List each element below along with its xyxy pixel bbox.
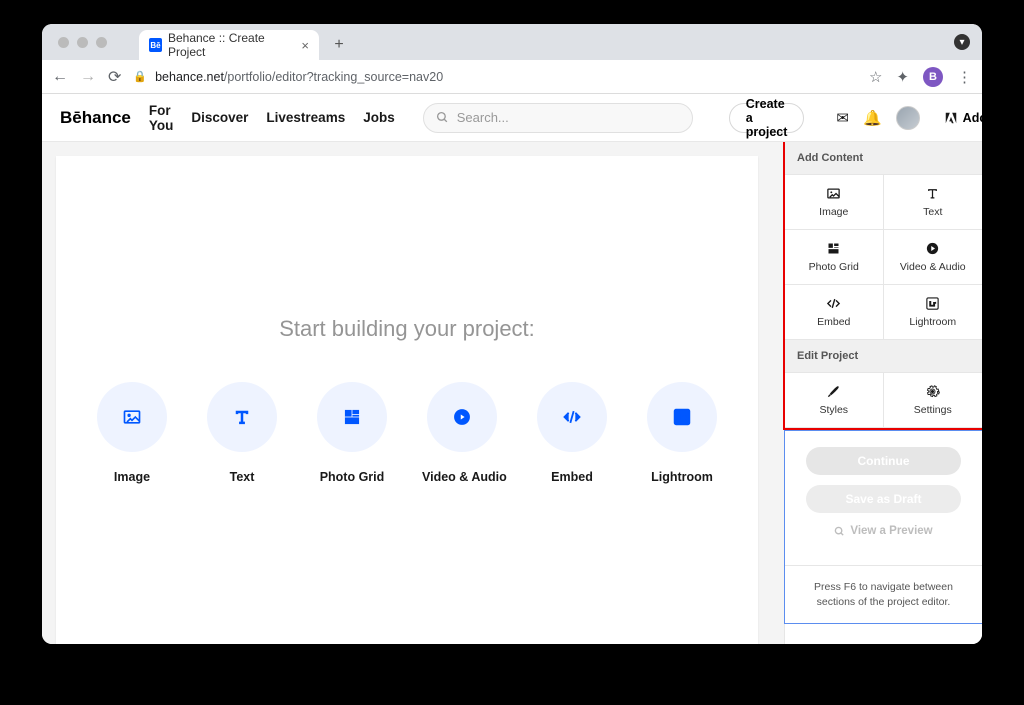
cell-label: Settings	[914, 404, 952, 416]
workspace: Start building your project: Image Text Ph…	[42, 142, 982, 644]
project-canvas: Start building your project: Image Text Ph…	[56, 156, 758, 644]
behance-logo[interactable]: Bēhance	[60, 108, 131, 128]
browser-menu-icon[interactable]: ⋮	[957, 68, 972, 86]
tile-label: Image	[92, 470, 172, 484]
image-icon	[826, 186, 841, 201]
rail-add-play[interactable]: Video & Audio	[884, 230, 983, 285]
section-edit-project: Edit Project	[785, 340, 982, 373]
bell-icon[interactable]: 🔔	[863, 109, 882, 127]
canvas-tile-text[interactable]: Text	[202, 382, 282, 484]
tile-label: Photo Grid	[312, 470, 392, 484]
grid-icon	[317, 382, 387, 452]
rail-add-grid[interactable]: Photo Grid	[785, 230, 884, 285]
favicon-icon: Bē	[149, 38, 162, 52]
browser-tab[interactable]: Bē Behance :: Create Project ×	[139, 30, 319, 60]
tile-label: Text	[202, 470, 282, 484]
new-tab-button[interactable]: +	[325, 31, 353, 59]
search-icon	[834, 526, 845, 537]
bookmark-icon[interactable]: ☆	[869, 68, 882, 86]
lr-icon: Lr	[647, 382, 717, 452]
code-icon	[537, 382, 607, 452]
canvas-tile-code[interactable]: Embed	[532, 382, 612, 484]
rail-add-text[interactable]: Text	[884, 175, 983, 230]
gear-icon	[925, 384, 940, 399]
canvas-tile-lr[interactable]: Lr Lightroom	[642, 382, 722, 484]
url-display[interactable]: 🔒 behance.net/portfolio/editor?tracking_…	[133, 70, 857, 84]
search-placeholder: Search...	[457, 110, 509, 125]
action-panel: Continue Save as Draft View a Preview Pr…	[784, 430, 982, 624]
canvas-tile-image[interactable]: Image	[92, 382, 172, 484]
browser-window: Bē Behance :: Create Project × + ▾ ← → ⟳…	[42, 24, 982, 644]
view-preview-link[interactable]: View a Preview	[834, 525, 932, 537]
cell-label: Image	[819, 206, 848, 218]
rail-edit-brush[interactable]: Styles	[785, 373, 884, 428]
create-project-button[interactable]: Create a project	[729, 103, 805, 133]
rail-add-lr[interactable]: Lr Lightroom	[884, 285, 983, 340]
grid-icon	[826, 241, 841, 256]
play-icon	[427, 382, 497, 452]
address-bar: ← → ⟳ 🔒 behance.net/portfolio/editor?tra…	[42, 60, 982, 94]
keyboard-hint: Press F6 to navigate between sections of…	[785, 565, 982, 623]
text-icon	[207, 382, 277, 452]
rail-add-image[interactable]: Image	[785, 175, 884, 230]
back-button[interactable]: ←	[52, 68, 68, 86]
nav-discover[interactable]: Discover	[191, 110, 248, 125]
search-input[interactable]: Search...	[423, 103, 693, 133]
url-path: /portfolio/editor?tracking_source=nav20	[224, 70, 443, 84]
section-add-content: Add Content	[785, 142, 982, 175]
search-icon	[436, 111, 449, 124]
tab-title: Behance :: Create Project	[168, 31, 295, 59]
cell-label: Styles	[819, 404, 848, 416]
max-dot[interactable]	[96, 37, 107, 48]
nav-jobs[interactable]: Jobs	[363, 110, 395, 125]
save-draft-button[interactable]: Save as Draft	[806, 485, 961, 513]
text-icon	[925, 186, 940, 201]
image-icon	[97, 382, 167, 452]
continue-button[interactable]: Continue	[806, 447, 961, 475]
canvas-tile-grid[interactable]: Photo Grid	[312, 382, 392, 484]
code-icon	[826, 296, 841, 311]
cell-label: Text	[923, 206, 942, 218]
svg-text:Lr: Lr	[678, 412, 687, 422]
add-edit-panel: Add Content Image Text Photo Grid Video & A…	[783, 142, 982, 430]
url-host: behance.net	[155, 70, 224, 84]
nav-livestreams[interactable]: Livestreams	[266, 110, 345, 125]
reload-button[interactable]: ⟳	[108, 67, 121, 87]
user-avatar[interactable]	[896, 106, 920, 130]
mail-icon[interactable]: ✉	[836, 109, 849, 127]
svg-text:Lr: Lr	[930, 301, 937, 308]
rail-add-code[interactable]: Embed	[785, 285, 884, 340]
browser-tabbar: Bē Behance :: Create Project × + ▾	[42, 24, 982, 60]
tab-close-icon[interactable]: ×	[301, 38, 309, 53]
tile-label: Lightroom	[642, 470, 722, 484]
lock-icon: 🔒	[133, 70, 147, 83]
cell-label: Embed	[817, 316, 850, 328]
lr-icon: Lr	[925, 296, 940, 311]
extensions-icon[interactable]: ✦	[896, 68, 909, 86]
nav-for-you[interactable]: For You	[149, 103, 173, 133]
tab-overflow-icon[interactable]: ▾	[954, 34, 970, 50]
cell-label: Video & Audio	[900, 261, 966, 273]
forward-button[interactable]: →	[80, 68, 96, 86]
min-dot[interactable]	[77, 37, 88, 48]
rail-edit-gear[interactable]: Settings	[884, 373, 983, 428]
tile-label: Embed	[532, 470, 612, 484]
site-header: Bēhance For You Discover Livestreams Job…	[42, 94, 982, 142]
profile-avatar[interactable]: B	[923, 67, 943, 87]
canvas-tile-play[interactable]: Video & Audio	[422, 382, 502, 484]
window-controls[interactable]	[50, 24, 115, 60]
close-dot[interactable]	[58, 37, 69, 48]
play-icon	[925, 241, 940, 256]
cell-label: Lightroom	[909, 316, 956, 328]
cell-label: Photo Grid	[809, 261, 859, 273]
brush-icon	[826, 384, 841, 399]
tile-label: Video & Audio	[422, 470, 502, 484]
canvas-heading: Start building your project:	[56, 316, 758, 342]
right-rail: Add Content Image Text Photo Grid Video & A…	[784, 142, 982, 644]
adobe-icon	[944, 111, 958, 125]
adobe-link[interactable]: Adobe	[944, 111, 982, 125]
